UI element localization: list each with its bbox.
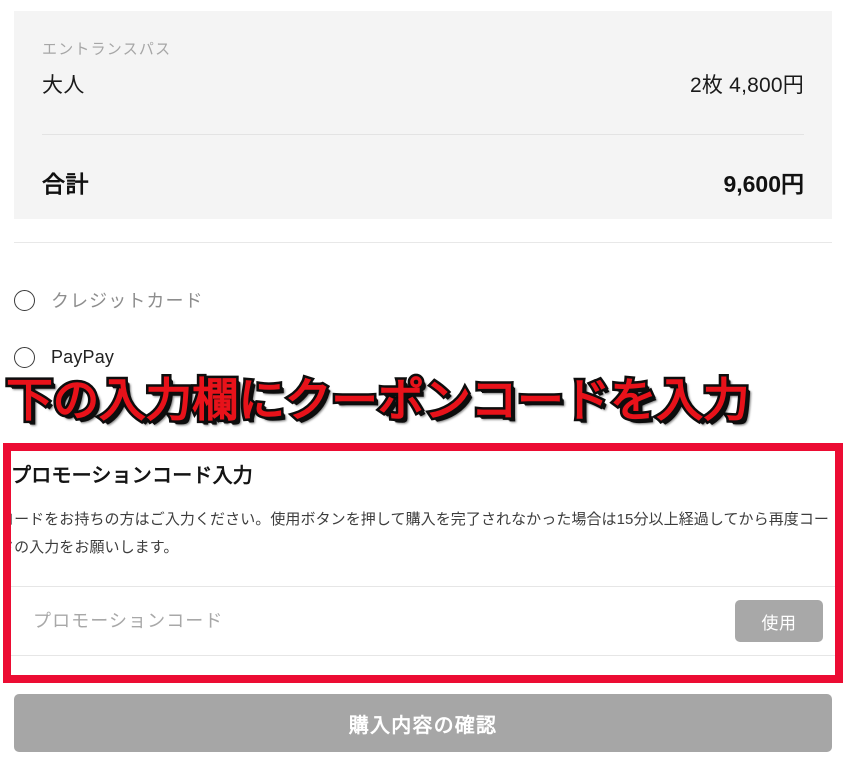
promo-input-divider-bottom — [11, 655, 835, 656]
promo-code-highlight-frame: プロモーションコード入力 コードをお持ちの方はご入力ください。使用ボタンを押して… — [3, 443, 843, 683]
order-line-name: 大人 — [42, 74, 85, 97]
order-line-price: 2枚 4,800円 — [690, 74, 804, 97]
section-divider — [14, 242, 832, 243]
confirm-purchase-button[interactable]: 購入内容の確認 — [14, 694, 832, 752]
order-line-item: 大人 2枚 4,800円 — [42, 69, 804, 99]
summary-divider — [42, 134, 804, 135]
payment-option-label: PayPay — [51, 346, 115, 367]
payment-option-credit-card[interactable]: クレジットカード — [14, 278, 832, 322]
promo-code-section: プロモーションコード入力 コードをお持ちの方はご入力ください。使用ボタンを押して… — [11, 451, 835, 675]
payment-option-label: クレジットカード — [51, 291, 204, 311]
promo-code-input[interactable] — [11, 587, 735, 655]
radio-unchecked-icon[interactable] — [14, 346, 35, 368]
order-total-label: 合計 — [42, 171, 89, 197]
radio-unchecked-icon[interactable] — [14, 289, 35, 311]
apply-promo-code-button[interactable]: 使用 — [735, 600, 823, 642]
promo-code-input-row: 使用 — [11, 587, 835, 655]
promo-code-title: プロモーションコード入力 — [11, 465, 253, 487]
order-summary-card: エントランスパス 大人 2枚 4,800円 合計 9,600円 — [14, 11, 832, 219]
ticket-category-label: エントランスパス — [42, 41, 172, 58]
annotation-overlay-text: 下の入力欄にクーポンコードを入力 — [3, 372, 752, 429]
checkout-page: エントランスパス 大人 2枚 4,800円 合計 9,600円 クレジットカード… — [0, 0, 846, 766]
promo-code-description: コードをお持ちの方はご入力ください。使用ボタンを押して購入を完了されなかった場合… — [3, 511, 829, 556]
order-total-value: 9,600円 — [723, 171, 804, 197]
order-total-row: 合計 9,600円 — [42, 165, 804, 199]
